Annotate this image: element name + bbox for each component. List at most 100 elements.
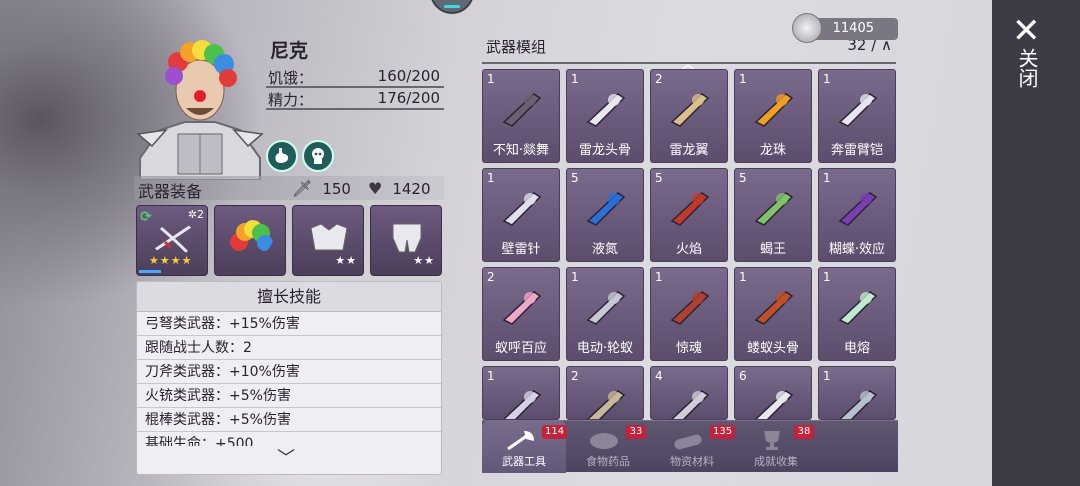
item-count: 1 — [739, 270, 747, 284]
weapon-icon — [838, 93, 878, 127]
close-label[interactable]: 关闭 — [1012, 48, 1042, 88]
item-count: 1 — [823, 72, 831, 86]
trophy-icon — [764, 431, 780, 450]
skills-title: 擅长技能 — [137, 282, 441, 312]
item-label: 雷龙翼 — [669, 143, 709, 158]
item-count: 2 — [487, 270, 495, 284]
tab-label: 成就收集 — [754, 455, 798, 468]
equip-slot-weapon[interactable]: ⟳ ✲2 ★★★★ — [136, 205, 208, 276]
sword-icon: 🗡 — [292, 179, 313, 198]
weapon-tile[interactable]: 1 奔雷臂铠 — [818, 69, 896, 163]
weapon-tile[interactable]: 1 — [482, 366, 560, 420]
food-icon — [590, 433, 618, 449]
weapon-tile[interactable]: 1 糊蝶·效应 — [818, 168, 896, 262]
tab-achievements[interactable]: 38 成就收集 — [734, 421, 818, 473]
item-count: 1 — [487, 72, 495, 86]
weapon-tile[interactable]: 5 火焰 — [650, 168, 728, 262]
tab-badge: 33 — [626, 425, 646, 439]
weapon-tile[interactable]: 1 惊魂 — [650, 267, 728, 361]
tab-weapons-tools[interactable]: 114 武器工具 — [482, 421, 568, 473]
item-count: 1 — [823, 369, 831, 383]
weapon-icon — [502, 93, 542, 127]
weapon-icon — [586, 93, 626, 127]
chest-armor-icon — [310, 223, 348, 251]
item-label: 雷龙头骨 — [578, 143, 631, 158]
hunger-value: 160/200 — [377, 67, 440, 85]
character-name: 尼克 — [270, 40, 309, 62]
axe-icon — [507, 431, 534, 451]
weapon-tile[interactable]: 1 雷龙头骨 — [566, 69, 644, 163]
swap-icon: ⟳ — [140, 209, 152, 225]
weapon-icon — [670, 390, 710, 419]
rarity-stars: ★★ — [413, 254, 435, 267]
weapon-tile[interactable]: 6 — [734, 366, 812, 420]
item-label: 糊蝶·效应 — [828, 242, 886, 257]
trait-icons — [266, 140, 334, 172]
tab-label: 物资材料 — [670, 455, 714, 468]
weapon-tile[interactable]: 5 液氮 — [566, 168, 644, 262]
attack-stat: 🗡 150 — [292, 179, 351, 198]
tab-badge: 38 — [794, 425, 814, 439]
skill-line: 刀斧类武器：+10%伤害 — [137, 360, 441, 384]
tab-label: 食物药品 — [586, 455, 630, 468]
item-label: 蝎王 — [759, 242, 786, 257]
stomach-icon[interactable] — [266, 140, 298, 172]
weapon-tile[interactable]: 1 电动·轮蚁 — [566, 267, 644, 361]
item-label: 蚁呼百应 — [494, 341, 547, 356]
weapon-tile[interactable]: 1 蝼蚁头骨 — [734, 267, 812, 361]
item-count: 5 — [739, 171, 747, 185]
tab-food-medicine[interactable]: 33 食物药品 — [566, 421, 650, 473]
weapon-tile[interactable]: 1 不知·燚舞 — [482, 69, 560, 163]
health-stat: ♥ 1420 — [368, 179, 431, 198]
hunger-stat: 饥饿： 160/200 — [266, 66, 444, 88]
skill-line: 棍棒类武器：+5%伤害 — [137, 408, 441, 432]
weapon-tile[interactable]: 2 — [566, 366, 644, 420]
skills-panel: 擅长技能 弓弩类武器：+15%伤害 跟随战士人数：2 刀斧类武器：+10%伤害 … — [136, 281, 442, 475]
weapon-tile[interactable]: 5 蝎王 — [734, 168, 812, 262]
weapon-tile[interactable]: 2 蚁呼百应 — [482, 267, 560, 361]
equipment-title: 武器装备 — [138, 182, 203, 201]
energy-stat: 精力： 176/200 — [266, 88, 444, 110]
currency-value: 11405 — [832, 21, 874, 36]
hunger-label: 饥饿： — [268, 69, 314, 87]
item-count: 1 — [655, 270, 663, 284]
weapon-tile[interactable]: 1 壁雷针 — [482, 168, 560, 262]
weapon-icon — [670, 192, 710, 226]
item-count: 1 — [571, 270, 579, 284]
close-icon[interactable]: ✕ — [1012, 14, 1041, 48]
item-label: 电熔 — [843, 341, 870, 356]
item-count: 2 — [655, 72, 663, 86]
rarity-stars: ★★★★ — [149, 254, 193, 267]
wood-icon — [674, 434, 702, 450]
equip-slot-legs[interactable]: ★★ — [370, 205, 442, 276]
equip-slot-chest[interactable]: ★★ — [292, 205, 364, 276]
chevron-down-icon[interactable]: ﹀ — [277, 444, 295, 470]
attack-value: 150 — [322, 179, 351, 198]
coin-icon — [792, 13, 822, 43]
chevron-up-icon[interactable]: ︿ — [668, 50, 708, 75]
weapon-tile[interactable]: 2 雷龙翼 — [650, 69, 728, 163]
weapon-tile[interactable]: 1 龙珠 — [734, 69, 812, 163]
item-label: 壁雷针 — [501, 242, 541, 257]
brain-icon[interactable] — [302, 140, 334, 172]
close-panel[interactable]: ✕ 关闭 — [992, 0, 1080, 486]
weapon-tile[interactable]: 1 — [818, 366, 896, 420]
slot-count: ✲2 — [187, 208, 204, 221]
equip-slot-head[interactable] — [214, 205, 286, 276]
tab-badge: 135 — [710, 425, 736, 439]
weapon-icon — [586, 390, 626, 419]
weapon-tile[interactable]: 1 电熔 — [818, 267, 896, 361]
weapon-tile[interactable]: 4 — [650, 366, 728, 420]
character-panel: 尼克 饥饿： 160/200 精力： 176/200 — [130, 30, 450, 180]
weapon-icon — [586, 291, 626, 325]
item-label: 不知·燚舞 — [492, 143, 550, 158]
weapon-icon — [754, 291, 794, 325]
weapon-icon — [838, 390, 878, 419]
item-count: 5 — [571, 171, 579, 185]
category-tabbar: 114 武器工具 33 食物药品 135 物资材料 38 成就收集 — [482, 420, 898, 473]
item-count: 1 — [487, 369, 495, 383]
weapons-title: 武器模组 — [486, 40, 547, 56]
tab-materials[interactable]: 135 物资材料 — [650, 421, 736, 473]
weapon-icon — [502, 291, 542, 325]
weapon-icon — [670, 93, 710, 127]
